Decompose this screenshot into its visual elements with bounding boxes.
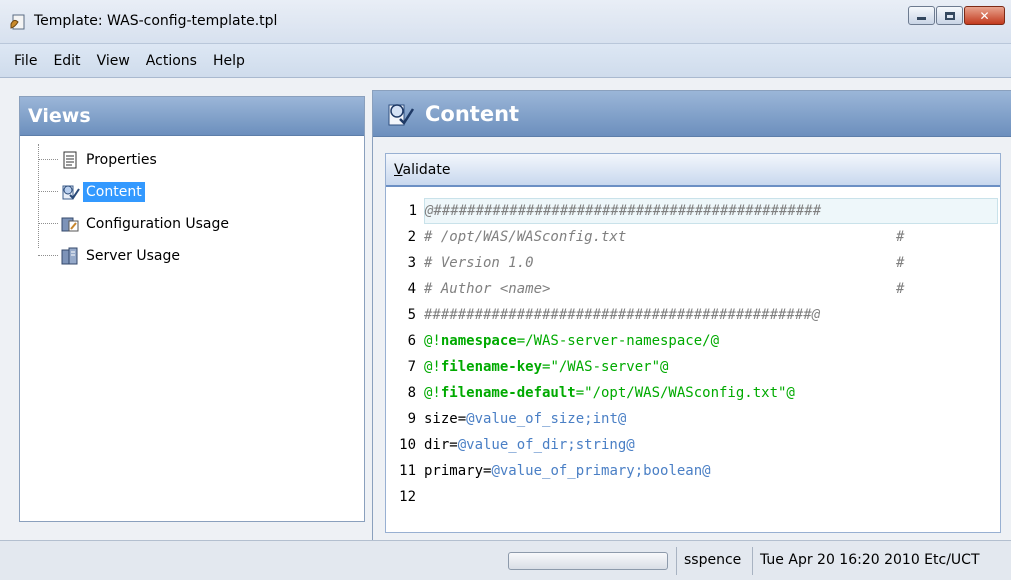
menu-file[interactable]: File [6,53,45,69]
template-icon [10,14,25,30]
code-line: 6 @!namespace=/WAS-server-namespace/@ [407,333,720,349]
tree-label-content: Content [83,182,145,202]
maximize-button[interactable] [936,6,963,25]
tree-item-configuration-usage[interactable]: Configuration Usage [38,208,364,240]
code-line: 10 dir=@value_of_dir;string@ [399,437,635,453]
code-line: 11 primary=@value_of_primary;boolean@ [399,463,711,479]
menu-bar: File Edit View Actions Help [0,44,1011,78]
menu-actions[interactable]: Actions [138,53,205,69]
minimize-icon [917,17,926,20]
code-line: 1 @#####################################… [409,198,998,224]
content-icon [388,103,415,125]
code-line: 9 size=@value_of_size;int@ [407,411,627,427]
tree-item-server-usage[interactable]: Server Usage [38,240,364,272]
close-icon: ✕ [979,8,990,23]
tree-label-configuration-usage: Configuration Usage [86,216,230,232]
code-line: 7 @!filename-key="/WAS-server"@ [407,359,669,375]
code-line: 5 ######################################… [407,307,821,323]
title-bar: Template: WAS-config-template.tpl ✕ [0,0,1011,44]
configuration-usage-icon [61,217,79,232]
content-title: Content [425,101,520,126]
code-line: 12 [399,489,416,505]
properties-icon [63,151,77,169]
server-usage-icon [61,247,78,265]
validate-toolbar: Validate [386,154,1000,187]
menu-help[interactable]: Help [205,53,253,69]
content-panel: Content Validate 1 @####################… [372,90,1011,542]
tree-item-properties[interactable]: Properties [38,144,364,176]
views-tree: Properties Content Configuration Usage S… [20,136,364,272]
code-line: 8 @!filename-default="/opt/WAS/WASconfig… [407,385,795,401]
minimize-button[interactable] [908,6,935,25]
views-title: Views [28,105,91,127]
maximize-icon [944,11,955,20]
progress-bar [508,552,668,570]
code-editor[interactable]: 1 @#####################################… [386,198,1000,532]
tree-label-properties: Properties [86,152,157,168]
status-user: sspence [684,552,742,568]
validate-button[interactable]: Validate [394,162,450,178]
status-datetime: Tue Apr 20 16:20 2010 Etc/UCT [760,552,980,568]
tree-label-server-usage: Server Usage [86,248,180,264]
status-separator [676,547,677,575]
menu-edit[interactable]: Edit [45,53,88,69]
content-icon [62,185,80,200]
views-panel: Views Properties Content Configuration U… [19,96,365,522]
code-line: 4 # Author <name> # [407,281,905,297]
status-separator [752,547,753,575]
menu-view[interactable]: View [89,53,138,69]
status-bar: sspence Tue Apr 20 16:20 2010 Etc/UCT [0,540,1011,580]
views-panel-header: Views [20,97,364,136]
window-title: Template: WAS-config-template.tpl [34,13,278,29]
close-button[interactable]: ✕ [964,6,1005,25]
client-area: Views Properties Content Configuration U… [0,78,1011,542]
content-editor-box: Validate 1 @############################… [385,153,1001,533]
content-panel-header: Content [373,91,1011,137]
tree-item-content[interactable]: Content [38,176,364,208]
code-line: 3 # Version 1.0 # [407,255,905,271]
code-line: 2 # /opt/WAS/WASconfig.txt # [407,229,905,245]
